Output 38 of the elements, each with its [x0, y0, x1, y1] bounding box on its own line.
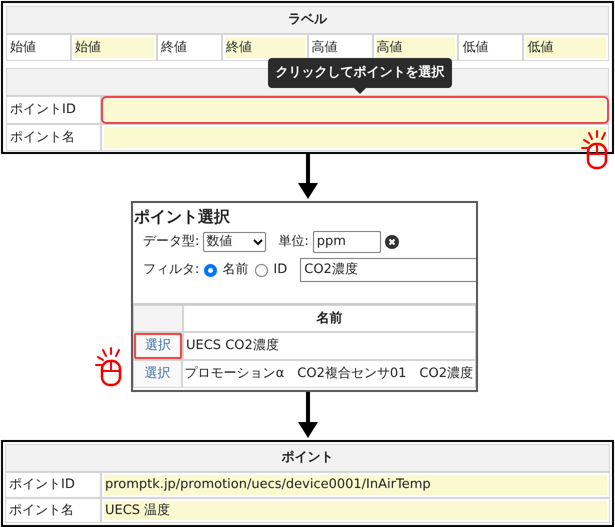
- table-header: ポイント: [5, 444, 610, 472]
- input-field[interactable]: 高値: [376, 37, 456, 58]
- radio-button[interactable]: [255, 264, 268, 276]
- field-label: ポイント名: [6, 124, 101, 151]
- field-label: 単位:: [278, 233, 309, 252]
- tooltip: クリックしてポイントを選択: [268, 58, 452, 88]
- field-label: ポイントID: [6, 96, 101, 124]
- field-label: ポイント名: [5, 498, 101, 523]
- field-label: フィルタ:: [143, 261, 200, 280]
- field-label: 終値: [156, 34, 222, 61]
- column-header: 名前: [183, 305, 476, 332]
- input-field[interactable]: 低値: [526, 37, 606, 58]
- table-cell: UECS CO2濃度: [183, 332, 476, 360]
- input-field[interactable]: 終値: [224, 37, 304, 58]
- field-label: 低値: [458, 34, 524, 61]
- table-header: ラベル: [6, 6, 609, 34]
- select-link[interactable]: 選択: [134, 361, 181, 387]
- field-label: ポイントID: [5, 472, 101, 498]
- table-cell: プロモーションα CO2複合センサ01 CO2濃度: [182, 360, 476, 388]
- input-field[interactable]: [104, 127, 606, 148]
- data-type-dropdown[interactable]: 数値: [203, 232, 266, 252]
- unit-field[interactable]: ppm: [312, 231, 381, 253]
- radio-label: 名前: [222, 261, 248, 280]
- filter-field[interactable]: CO2濃度: [300, 258, 476, 282]
- radio-button[interactable]: [204, 264, 218, 276]
- clear-icon[interactable]: [384, 235, 399, 249]
- field-label: データ型:: [143, 233, 200, 252]
- field-label: 始値: [6, 34, 71, 61]
- input-field[interactable]: promptk.jp/promotion/uecs/device0001/InAirTemp: [104, 475, 607, 494]
- input-field[interactable]: [104, 99, 606, 121]
- radio-label: ID: [273, 261, 288, 280]
- dialog-title: ポイント選択: [133, 206, 231, 228]
- input-field[interactable]: UECS 温度: [104, 500, 607, 520]
- tooltip-pointer: [354, 88, 366, 94]
- select-link[interactable]: 選択: [134, 333, 182, 359]
- input-field[interactable]: 始値: [74, 37, 154, 58]
- flow-arrow: [298, 392, 318, 438]
- caret-icon: [253, 238, 264, 246]
